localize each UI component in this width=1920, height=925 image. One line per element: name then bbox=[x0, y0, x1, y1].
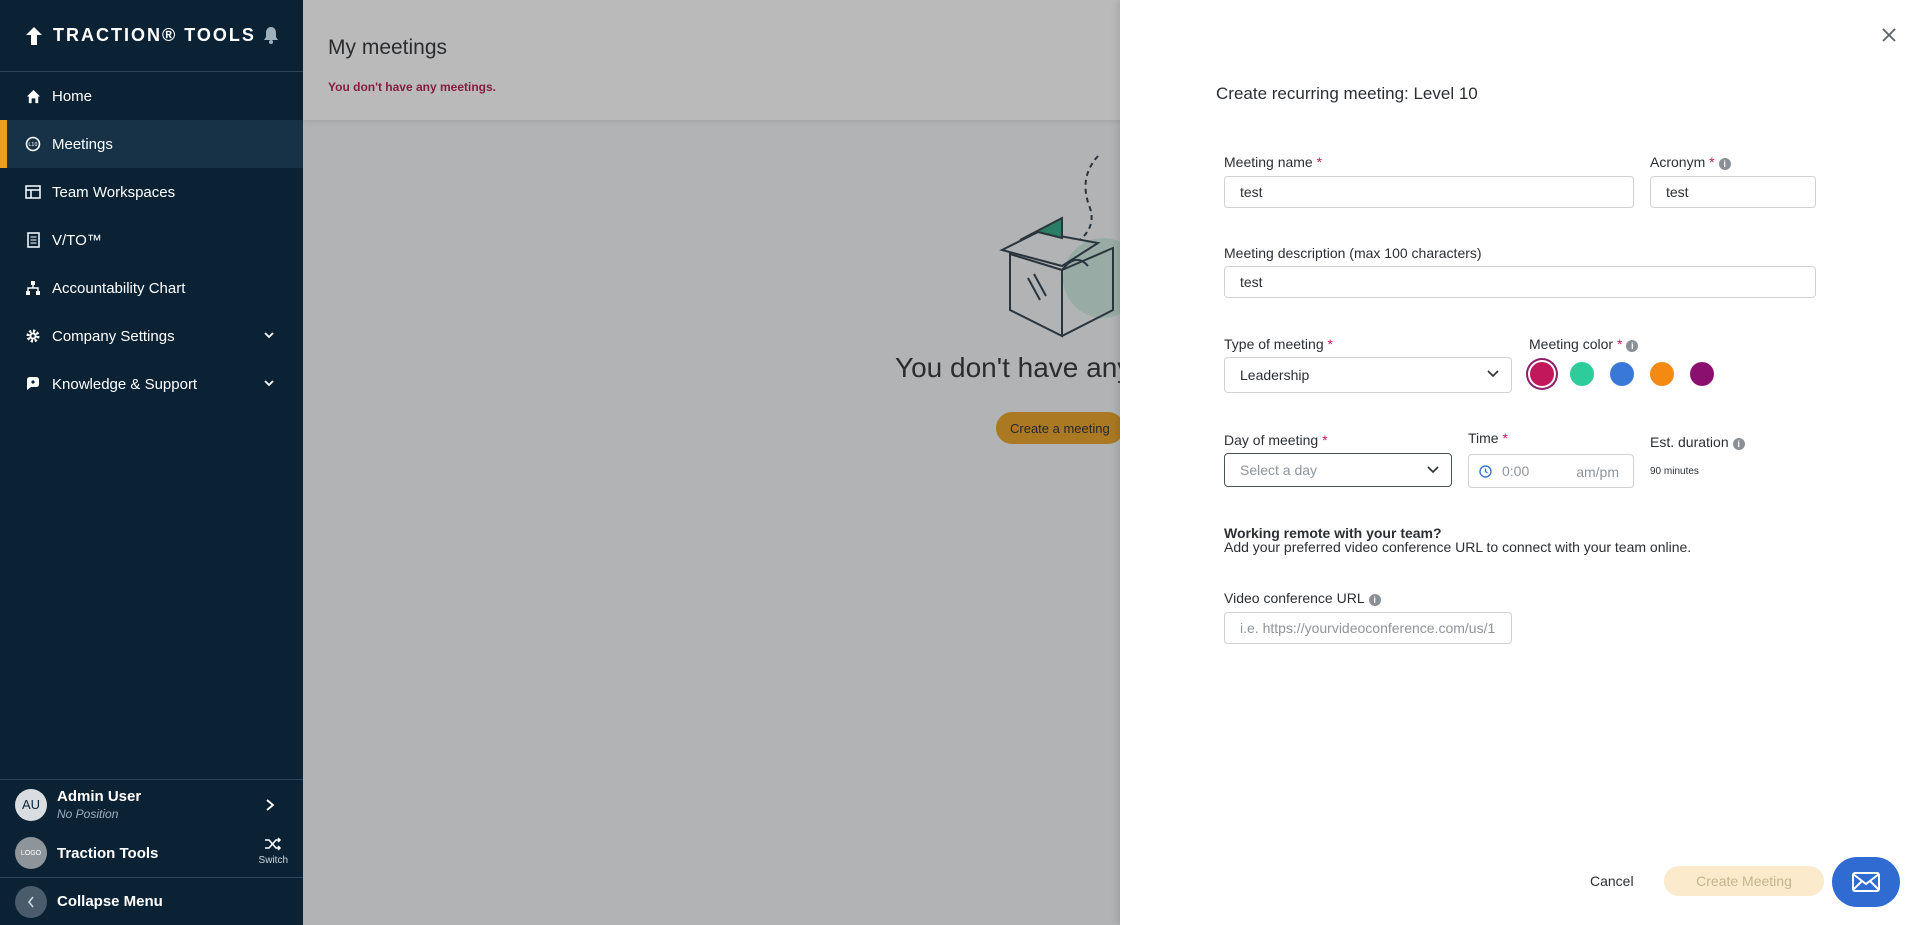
acronym-label: Acronym * i bbox=[1650, 154, 1731, 170]
chevron-left-icon bbox=[15, 885, 47, 918]
duration-label-text: Est. duration bbox=[1650, 434, 1729, 450]
workspace-icon bbox=[24, 183, 42, 201]
sidebar-nav: Home L10 Meetings Team Workspaces V/TO™ … bbox=[0, 72, 303, 408]
day-label: Day of meeting * bbox=[1224, 432, 1328, 448]
clock-icon bbox=[1479, 464, 1492, 478]
remote-description: Add your preferred video conference URL … bbox=[1224, 539, 1692, 555]
video-url-input[interactable] bbox=[1224, 612, 1512, 644]
day-label-text: Day of meeting bbox=[1224, 432, 1319, 448]
support-icon bbox=[24, 375, 42, 393]
sidebar-item-knowledge-support[interactable]: Knowledge & Support bbox=[0, 360, 303, 408]
time-placeholder: 0:00 bbox=[1502, 463, 1530, 479]
info-icon[interactable]: i bbox=[1718, 158, 1731, 170]
sidebar: TRACTION® TOOLS Home L10 Meetings Team W… bbox=[0, 0, 303, 925]
duration-value: 90 minutes bbox=[1650, 466, 1699, 477]
sidebar-item-label: Knowledge & Support bbox=[52, 375, 198, 393]
org-logo: LOGO bbox=[15, 837, 47, 869]
info-icon[interactable]: i bbox=[1368, 594, 1381, 606]
switch-button[interactable]: Switch bbox=[259, 836, 288, 866]
user-position: No Position bbox=[57, 807, 119, 821]
time-input[interactable]: 0:00 am/pm bbox=[1468, 454, 1634, 488]
meetings-icon: L10 bbox=[24, 135, 42, 153]
drawer-title: Create recurring meeting: Level 10 bbox=[1216, 84, 1478, 103]
sidebar-item-label: Meetings bbox=[52, 135, 113, 153]
acronym-label-text: Acronym bbox=[1650, 154, 1706, 170]
chevron-down-icon bbox=[264, 332, 274, 339]
close-icon bbox=[1882, 28, 1896, 42]
meeting-type-value: Leadership bbox=[1240, 367, 1310, 383]
sidebar-item-company-settings[interactable]: Company Settings bbox=[0, 312, 303, 360]
meeting-type-label: Type of meeting * bbox=[1224, 336, 1333, 352]
color-swatch-blue[interactable] bbox=[1610, 362, 1634, 386]
create-meeting-submit-button[interactable]: Create Meeting bbox=[1664, 866, 1824, 896]
duration-label: Est. duration i bbox=[1650, 434, 1745, 450]
sidebar-item-label: Company Settings bbox=[52, 327, 175, 345]
sidebar-item-accountability-chart[interactable]: Accountability Chart bbox=[0, 264, 303, 312]
svg-text:L10: L10 bbox=[28, 142, 37, 148]
sidebar-item-label: Team Workspaces bbox=[52, 183, 176, 201]
chevron-down-icon bbox=[1487, 370, 1499, 378]
brand-header: TRACTION® TOOLS bbox=[0, 0, 303, 72]
day-select[interactable]: Select a day bbox=[1224, 453, 1452, 487]
sidebar-item-label: V/TO™ bbox=[52, 231, 102, 249]
user-name: Admin User bbox=[57, 788, 142, 805]
collapse-menu-button[interactable]: Collapse Menu bbox=[0, 877, 303, 925]
meeting-color-label-text: Meeting color bbox=[1529, 336, 1614, 352]
acronym-input[interactable] bbox=[1650, 176, 1816, 208]
shuffle-icon bbox=[265, 837, 282, 851]
day-placeholder: Select a day bbox=[1240, 462, 1318, 478]
bell-icon[interactable] bbox=[263, 26, 279, 44]
sidebar-item-vto[interactable]: V/TO™ bbox=[0, 216, 303, 264]
chevron-down-icon bbox=[264, 380, 274, 387]
collapse-label: Collapse Menu bbox=[57, 893, 163, 910]
document-icon bbox=[24, 231, 42, 249]
org-name: Traction Tools bbox=[57, 844, 159, 862]
chevron-right-icon bbox=[266, 799, 275, 811]
sidebar-item-meetings[interactable]: L10 Meetings bbox=[0, 120, 303, 168]
cancel-button[interactable]: Cancel bbox=[1590, 873, 1634, 889]
user-profile[interactable]: AU Admin User No Position bbox=[0, 779, 303, 829]
ampm-placeholder: am/pm bbox=[1576, 464, 1619, 480]
info-icon[interactable]: i bbox=[1732, 438, 1745, 450]
description-label: Meeting description (max 100 characters) bbox=[1224, 245, 1482, 261]
meeting-name-label: Meeting name * bbox=[1224, 154, 1323, 170]
sidebar-item-team-workspaces[interactable]: Team Workspaces bbox=[0, 168, 303, 216]
org-switcher[interactable]: LOGO Traction Tools Switch bbox=[0, 829, 303, 877]
switch-label: Switch bbox=[258, 855, 288, 866]
color-swatch-orange[interactable] bbox=[1650, 362, 1674, 386]
meeting-type-select[interactable]: Leadership bbox=[1224, 357, 1512, 393]
sidebar-footer: AU Admin User No Position LOGO Traction … bbox=[0, 779, 303, 925]
close-button[interactable] bbox=[1880, 26, 1898, 44]
sidebar-item-label: Home bbox=[52, 87, 93, 105]
sidebar-item-home[interactable]: Home bbox=[0, 72, 303, 120]
meeting-type-label-text: Type of meeting bbox=[1224, 336, 1324, 352]
mail-icon bbox=[1852, 872, 1880, 892]
brand-name: TRACTION® TOOLS bbox=[53, 25, 256, 45]
video-url-label: Video conference URL i bbox=[1224, 590, 1381, 606]
traction-logo-icon bbox=[26, 26, 42, 45]
home-icon bbox=[24, 87, 42, 105]
time-label: Time * bbox=[1468, 430, 1508, 446]
meeting-color-label: Meeting color * i bbox=[1529, 336, 1639, 352]
org-chart-icon bbox=[24, 279, 42, 297]
color-swatch-teal[interactable] bbox=[1570, 362, 1594, 386]
video-url-label-text: Video conference URL bbox=[1224, 590, 1365, 606]
info-icon[interactable]: i bbox=[1626, 340, 1639, 352]
chevron-down-icon bbox=[1427, 466, 1439, 474]
avatar: AU bbox=[15, 788, 47, 821]
meeting-name-input[interactable] bbox=[1224, 176, 1634, 208]
time-label-text: Time bbox=[1468, 430, 1499, 446]
color-swatch-pink[interactable] bbox=[1530, 362, 1554, 386]
create-meeting-drawer: Create recurring meeting: Level 10 Meeti… bbox=[1120, 0, 1920, 925]
sidebar-item-label: Accountability Chart bbox=[52, 279, 186, 297]
description-input[interactable] bbox=[1224, 266, 1816, 298]
meeting-name-label-text: Meeting name bbox=[1224, 154, 1313, 170]
gear-icon bbox=[24, 327, 42, 345]
color-swatch-purple[interactable] bbox=[1690, 362, 1714, 386]
chat-button[interactable] bbox=[1832, 857, 1900, 907]
